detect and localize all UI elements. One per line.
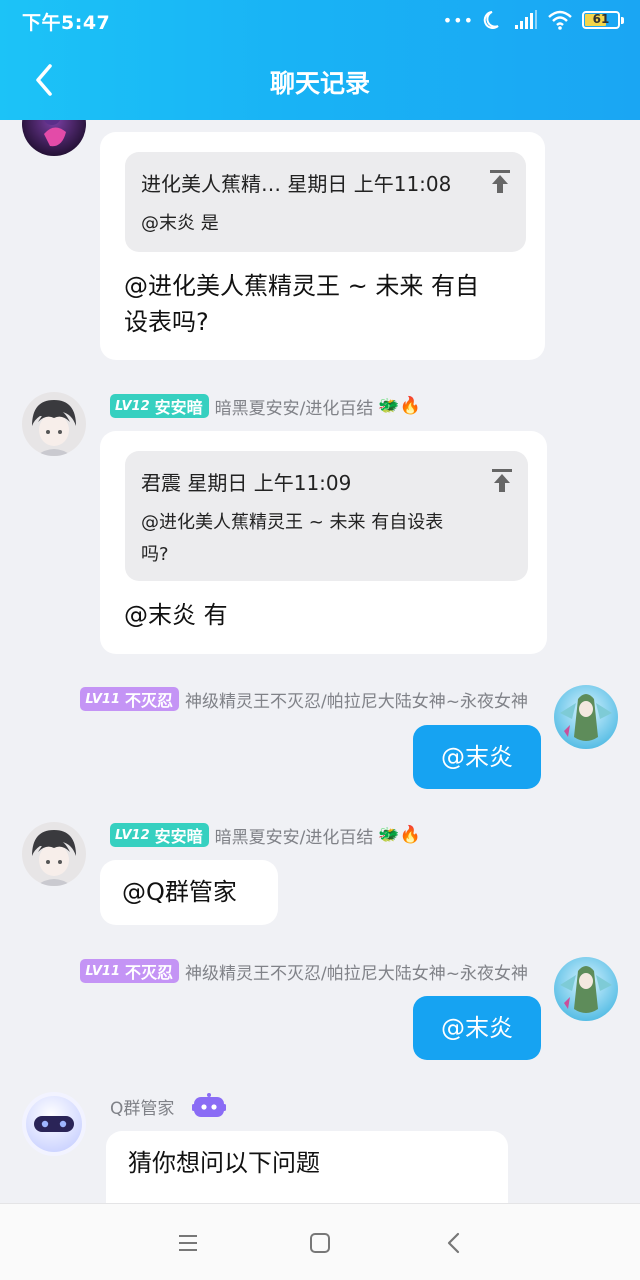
battery-icon: 61 [582, 11, 624, 29]
message-bubble[interactable]: 猜你想问以下问题 [106, 1131, 508, 1203]
pin-top-icon[interactable] [492, 469, 512, 493]
message-text: @进化美人蕉精灵王 ~ 未来 有自 设表吗? [124, 272, 479, 336]
status-bar: 下午5:47 ••• 61 [0, 0, 640, 40]
avatar[interactable] [22, 120, 86, 156]
sender-name[interactable]: 神级精灵王不灭忍/帕拉尼大陆女神~永夜女神 [185, 687, 528, 712]
message-bubble[interactable]: 君震 星期日 上午11:09 @进化美人蕉精灵王 ~ 未来 有自设表 吗? @末… [100, 431, 547, 654]
quote-body: @末炎 是 [141, 213, 219, 234]
sender-meta: LV12 安安暗 暗黑夏安安/进化百结 🐲🔥 [110, 823, 421, 848]
page-title: 聊天记录 [269, 69, 370, 98]
sender-emoji: 🐲🔥 [378, 396, 421, 416]
quoted-message[interactable]: 进化美人蕉精… 星期日 上午11:08 @末炎 是 [125, 152, 526, 252]
avatar[interactable] [554, 957, 618, 1021]
app-header: 下午5:47 ••• 61 聊天记录 [0, 0, 640, 120]
wifi-icon [548, 10, 572, 30]
message-text: @末炎 有 [124, 601, 228, 629]
avatar[interactable] [22, 1092, 86, 1156]
sent-message-bubble[interactable]: @末炎 [413, 996, 541, 1060]
message-bubble[interactable]: @Q群管家 [100, 860, 278, 925]
signal-icon [515, 10, 537, 29]
sender-name[interactable]: 暗黑夏安安/进化百结 [215, 394, 374, 419]
sender-meta: Q群管家 [110, 1093, 227, 1119]
sender-name[interactable]: 神级精灵王不灭忍/帕拉尼大陆女神~永夜女神 [185, 959, 528, 984]
level-badge: LV11 不灭忍 [80, 687, 180, 711]
message-text: 猜你想问以下问题 [128, 1149, 320, 1177]
back-icon[interactable] [437, 1226, 471, 1260]
sender-emoji: 🐲🔥 [378, 825, 421, 845]
avatar[interactable] [22, 392, 86, 456]
chat-history[interactable]: 进化美人蕉精… 星期日 上午11:08 @末炎 是 @进化美人蕉精灵王 ~ 未来… [0, 120, 640, 1203]
sender-meta: LV12 安安暗 暗黑夏安安/进化百结 🐲🔥 [110, 394, 421, 419]
avatar[interactable] [22, 822, 86, 886]
sender-meta: LV11 不灭忍 神级精灵王不灭忍/帕拉尼大陆女神~永夜女神 [80, 687, 528, 712]
level-badge: LV12 安安暗 [110, 394, 209, 418]
battery-level: 61 [592, 12, 610, 26]
status-icons: ••• 61 [442, 7, 624, 33]
message-bubble[interactable]: 进化美人蕉精… 星期日 上午11:08 @末炎 是 @进化美人蕉精灵王 ~ 未来… [100, 132, 545, 360]
quote-body: @进化美人蕉精灵王 ~ 未来 有自设表 吗? [141, 512, 444, 565]
pin-top-icon[interactable] [490, 170, 510, 194]
sender-meta: LV11 不灭忍 神级精灵王不灭忍/帕拉尼大陆女神~永夜女神 [80, 959, 528, 984]
status-time: 下午5:47 [22, 12, 111, 34]
level-badge: LV12 安安暗 [110, 823, 209, 847]
level-badge: LV11 不灭忍 [80, 959, 180, 983]
quoted-message[interactable]: 君震 星期日 上午11:09 @进化美人蕉精灵王 ~ 未来 有自设表 吗? [125, 451, 528, 581]
quote-header: 君震 星期日 上午11:09 [141, 471, 352, 495]
quote-header: 进化美人蕉精… 星期日 上午11:08 [141, 172, 452, 196]
home-icon[interactable] [303, 1226, 337, 1260]
menu-icon[interactable] [171, 1226, 205, 1260]
sender-name[interactable]: 暗黑夏安安/进化百结 [215, 823, 374, 848]
avatar[interactable] [554, 685, 618, 749]
system-nav-bar [0, 1203, 640, 1280]
notification-dots: ••• [442, 10, 474, 30]
message-text: @Q群管家 [122, 878, 237, 906]
moon-icon [483, 11, 499, 29]
sender-name[interactable]: Q群管家 [110, 1094, 174, 1119]
sent-message-bubble[interactable]: @末炎 [413, 725, 541, 789]
robot-icon [192, 1093, 227, 1117]
